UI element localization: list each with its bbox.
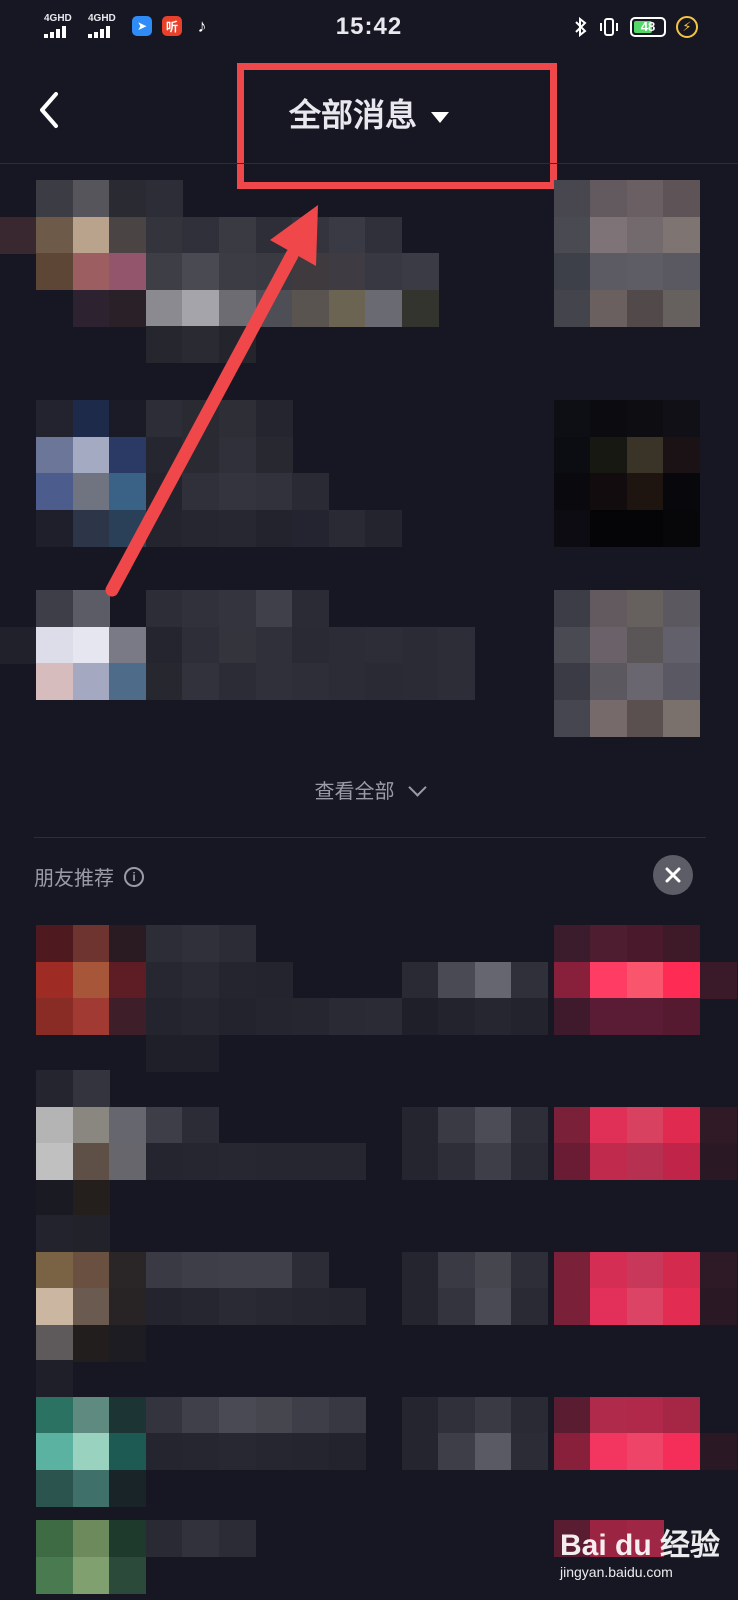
watermark-url: jingyan.baidu.com	[560, 1564, 673, 1580]
bluetooth-icon	[575, 17, 587, 37]
charging-icon: ⚡	[676, 16, 698, 38]
list-item[interactable]	[0, 590, 738, 740]
recommend-title: 朋友推荐	[34, 868, 114, 890]
recommend-row[interactable]	[0, 1215, 738, 1362]
recommend-section-header: 朋友推荐 i	[34, 862, 144, 891]
view-all-label: 查看全部	[314, 781, 395, 803]
recommend-row[interactable]	[0, 1360, 738, 1510]
list-item[interactable]	[0, 180, 738, 370]
vibrate-icon	[600, 18, 618, 36]
watermark-logo: Bai du 经验	[560, 1529, 721, 1562]
close-recommend-button[interactable]	[653, 855, 693, 895]
list-item[interactable]	[0, 400, 738, 560]
status-bar: 4GHD 4GHD ➤ 听 ♪ 15:42 48 ⚡	[0, 0, 738, 58]
section-divider	[34, 837, 706, 838]
view-all-button[interactable]: 查看全部	[0, 775, 738, 804]
baidu-watermark: Bai du 经验 jingyan.baidu.com	[560, 1520, 730, 1590]
recommend-row[interactable]	[0, 925, 738, 1072]
recommend-row[interactable]	[0, 1070, 738, 1217]
battery-icon: 48	[630, 17, 666, 37]
highlight-box	[237, 63, 557, 189]
header-divider	[0, 163, 738, 164]
chevron-down-icon	[407, 778, 427, 797]
status-right: 48 ⚡	[574, 16, 698, 38]
battery-level: 48	[640, 19, 656, 34]
info-icon[interactable]: i	[124, 866, 144, 887]
close-icon	[665, 867, 681, 883]
